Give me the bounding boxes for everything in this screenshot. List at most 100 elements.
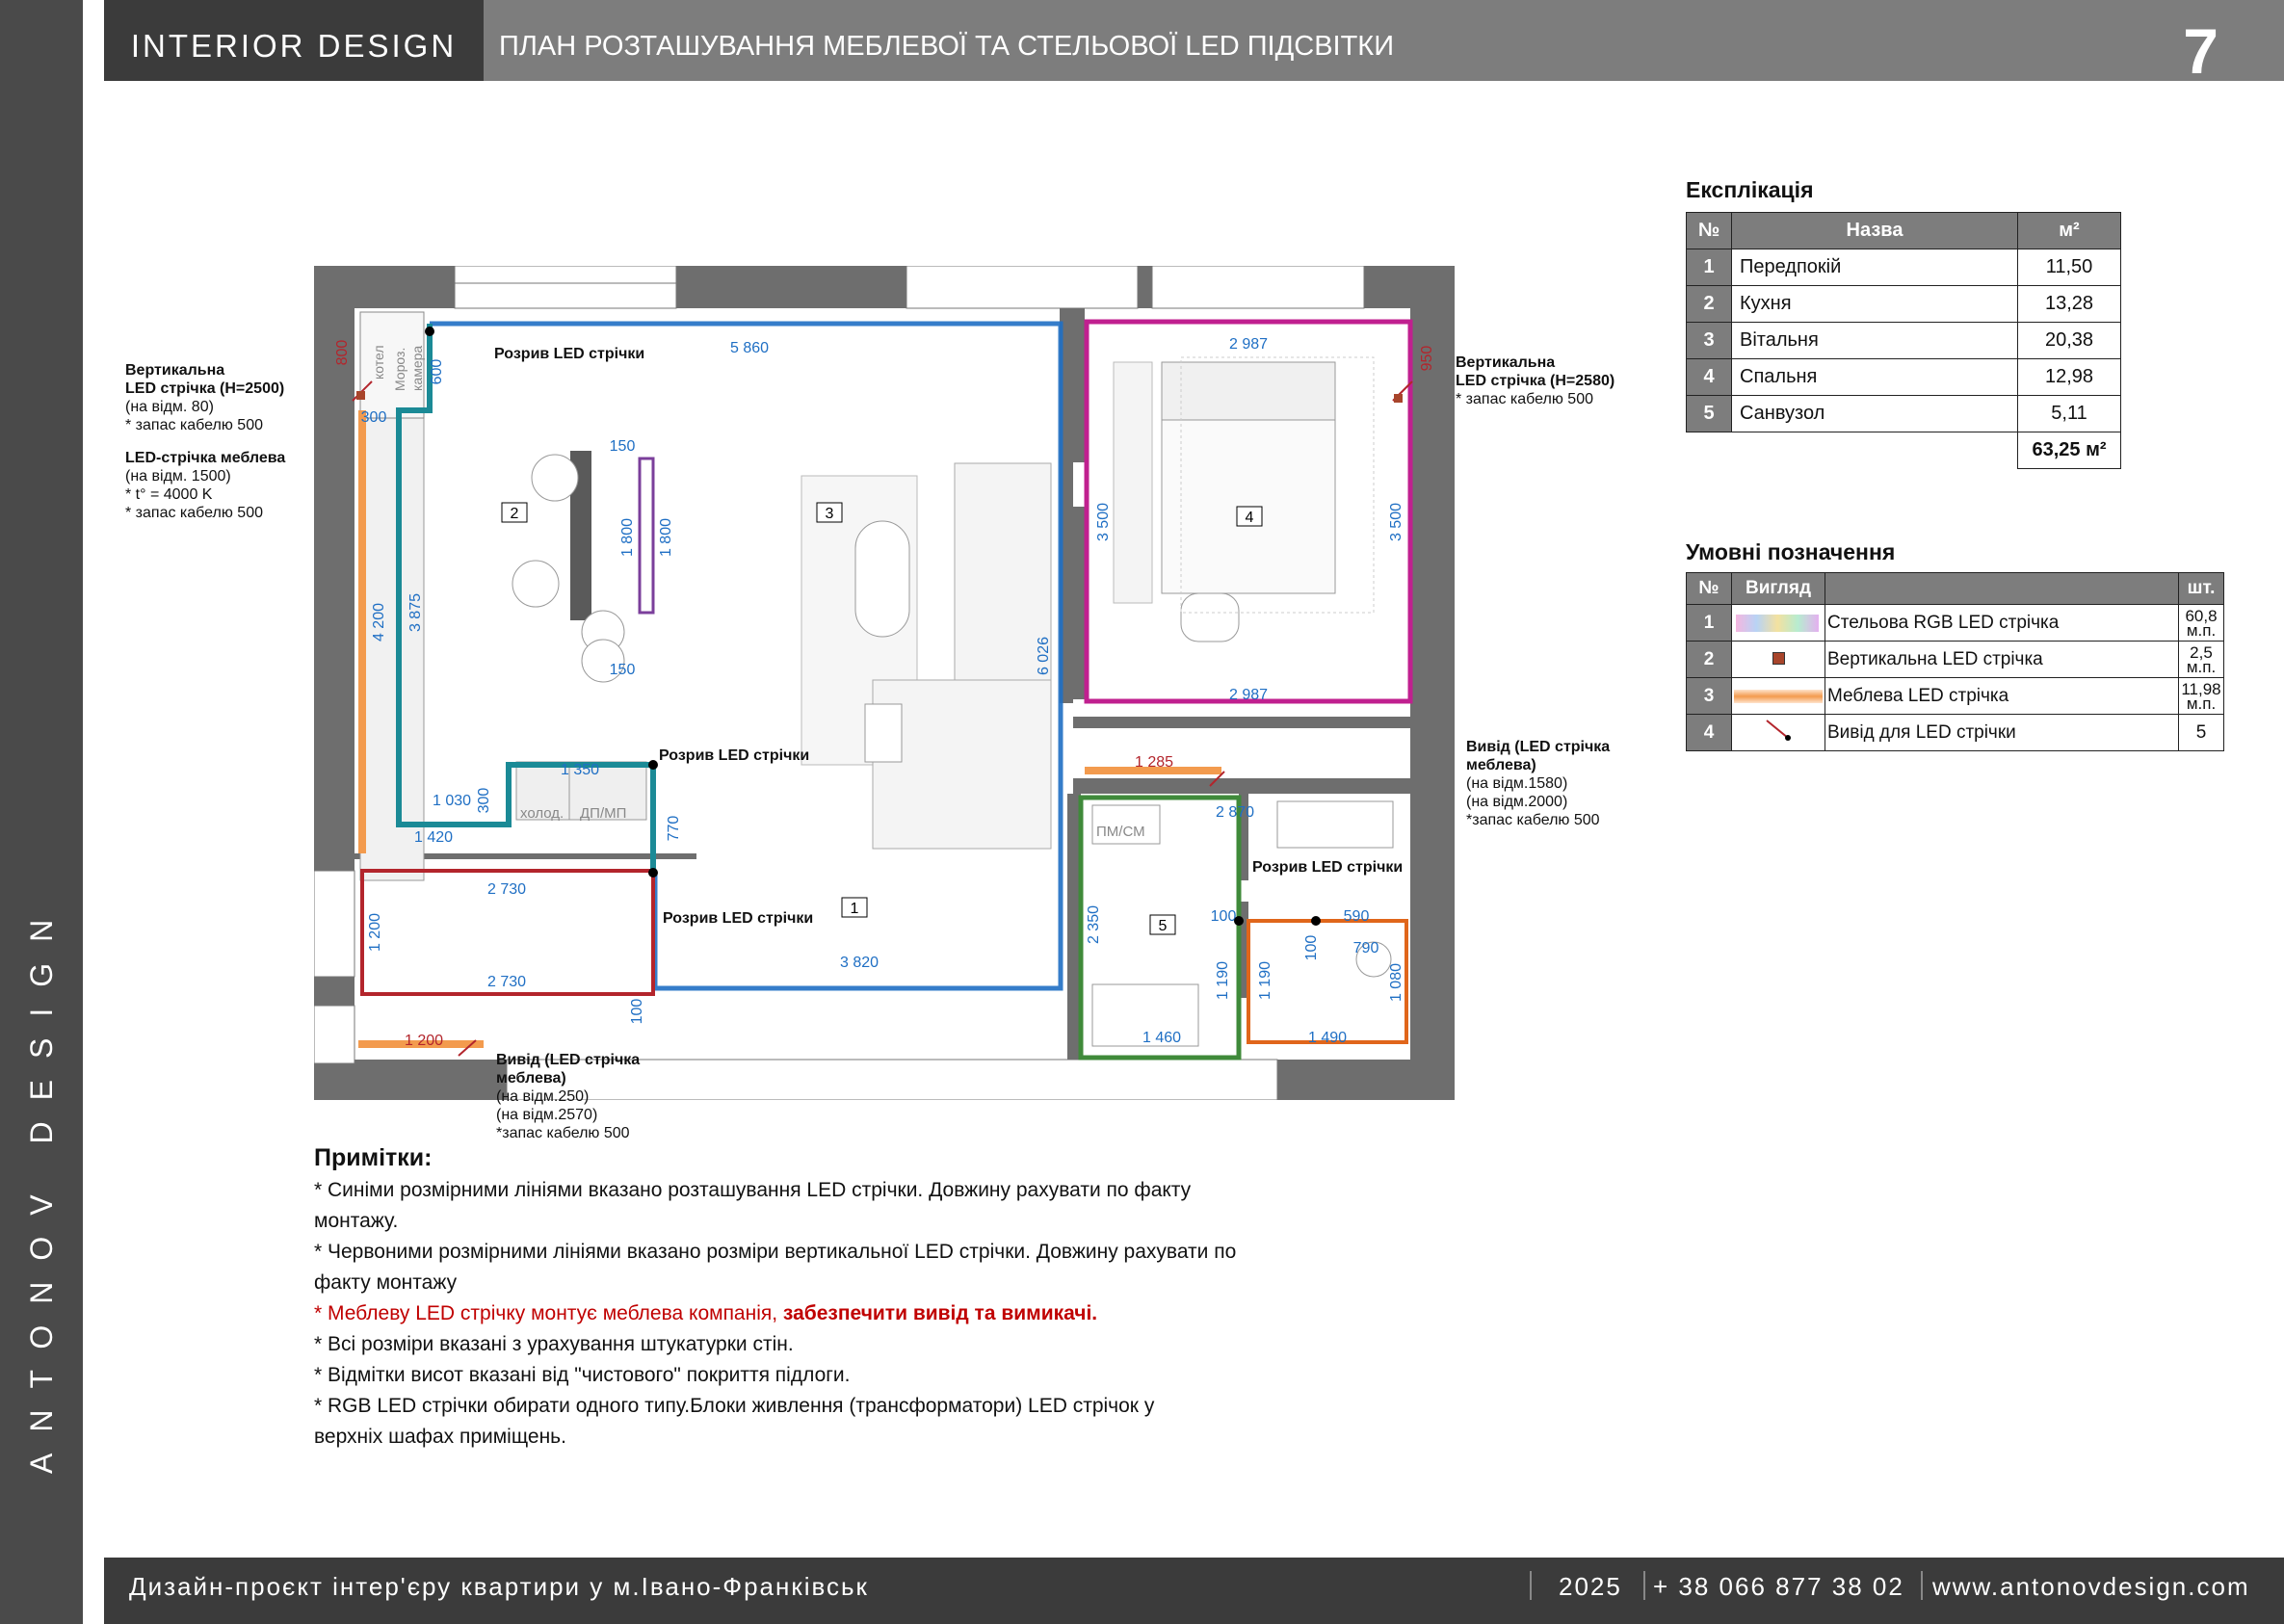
dimension: 770 — [666, 816, 682, 842]
room-number: 1 — [841, 897, 868, 918]
dimension: 100 — [1211, 908, 1237, 925]
callout-break: Розрив LED стрічки — [663, 910, 814, 927]
svg-text:5: 5 — [1159, 918, 1168, 934]
dimension: 6 026 — [1036, 637, 1052, 675]
dimension: 590 — [1344, 908, 1370, 925]
led-output-icon — [1766, 719, 1791, 741]
dimension: 3 500 — [1095, 503, 1112, 541]
dimension: 800 — [334, 340, 351, 366]
dimension: 300 — [476, 788, 492, 814]
room-number: 5 — [1149, 914, 1176, 935]
dimension: 1 200 — [405, 1033, 443, 1049]
footer-website[interactable]: www.antonovdesign.com — [1932, 1558, 2250, 1615]
dimension: 1 490 — [1308, 1030, 1347, 1046]
dimension: 950 — [1419, 346, 1435, 372]
table-row: 2 Вертикальна LED стрічка 2,5 м.п. — [1686, 641, 2224, 678]
notes: Примітки: * Синіми розмірними лініями вк… — [314, 1142, 1326, 1453]
table-row: 2 Кухня 13,28 — [1686, 285, 2121, 323]
dimension: 1 285 — [1135, 754, 1173, 771]
dimension: 5 860 — [730, 340, 769, 356]
furniture-label: котел — [371, 345, 386, 380]
dimension: 1 030 — [433, 793, 471, 809]
furniture-label: камера — [409, 346, 425, 391]
furniture-label: ДП/МП — [580, 805, 626, 822]
dimension: 1 200 — [367, 913, 383, 952]
dimension: 300 — [361, 409, 387, 426]
svg-text:1: 1 — [851, 901, 859, 917]
table-row: 3 Вітальня 20,38 — [1686, 322, 2121, 359]
rgb-led-swatch — [1736, 614, 1819, 632]
callout-vertical-right: Вертикальна LED стрічка (H=2580) * запас… — [1456, 354, 1615, 407]
dimension: 2 730 — [487, 974, 526, 990]
note-line: * Синіми розмірними лініями вказано розт… — [314, 1179, 1192, 1201]
note-line: факту монтажу — [314, 1271, 458, 1294]
callout-break: Розрив LED стрічки — [494, 346, 645, 362]
table-row: 3 Меблева LED стрічка 11,98 м.п. — [1686, 677, 2224, 715]
dimension: 790 — [1353, 940, 1379, 956]
furniture-label: ПМ/СМ — [1096, 824, 1145, 840]
note-line: * Червоними розмірними лініями вказано р… — [314, 1241, 1237, 1263]
footer: Дизайн-проєкт інтер'єру квартири у м.Іва… — [104, 1558, 2284, 1624]
dimension: 1 080 — [1388, 963, 1405, 1002]
table-row: 4 Вивід для LED стрічки 5 — [1686, 714, 2224, 751]
note-line: * RGB LED стрічки обирати одного типу.Бл… — [314, 1395, 1155, 1417]
room-number: 3 — [816, 502, 843, 523]
legend-title: Умовні позначення — [1686, 539, 1896, 564]
dimension: 4 200 — [371, 603, 387, 642]
table-row: 5 Санвузол 5,11 — [1686, 395, 2121, 432]
dimension: 2 730 — [487, 881, 526, 898]
page-number: 7 — [2183, 15, 2218, 87]
svg-text:2: 2 — [511, 506, 519, 522]
callout-break: Розрив LED стрічки — [659, 747, 810, 764]
dimension: 1 800 — [658, 518, 674, 557]
dimension: 100 — [629, 999, 645, 1025]
table-row: 1 Передпокій 11,50 — [1686, 249, 2121, 286]
dimension: 1 420 — [414, 829, 453, 846]
room-number: 4 — [1236, 506, 1263, 527]
brand-vertical: ANTONOV DESIGN — [24, 898, 59, 1474]
floor-plan: 2 3 4 1 5 котел Мороз. камера холод. ДП/… — [314, 266, 1455, 1100]
notes-title: Примітки: — [314, 1144, 433, 1171]
header: INTERIOR DESIGN ПЛАН РОЗТАШУВАННЯ МЕБЛЕВ… — [104, 0, 2284, 85]
callout-break: Розрив LED стрічки — [1252, 859, 1404, 876]
explication-title: Експлікація — [1686, 177, 1814, 202]
dimension: 3 500 — [1388, 503, 1405, 541]
table-header: № — [1686, 212, 1732, 249]
callout-output-bottom: Вивід (LED стрічка меблева) (на відм.250… — [496, 1052, 641, 1141]
dimension: 2 870 — [1216, 804, 1254, 821]
table-row: 4 Спальня 12,98 — [1686, 358, 2121, 396]
total-area: 63,25 м² — [2017, 432, 2121, 469]
dimension: 1 800 — [619, 518, 636, 557]
table-row: 1 Стельова RGB LED стрічка 60,8 м.п. — [1686, 604, 2224, 642]
dimension: 1 460 — [1142, 1030, 1181, 1046]
furniture-label: холод. — [520, 805, 564, 822]
footer-phone: + 38 066 877 38 02 — [1653, 1572, 1904, 1601]
svg-text:3: 3 — [826, 506, 834, 522]
note-line: верхніх шафах приміщень. — [314, 1426, 566, 1448]
sidebar: ANTONOV DESIGN — [0, 0, 83, 1624]
svg-text:4: 4 — [1246, 510, 1254, 526]
dimension: 600 — [429, 359, 445, 385]
vertical-led-icon — [1772, 651, 1785, 665]
furniture-label: Мороз. — [392, 348, 407, 391]
dimension: 1 190 — [1215, 961, 1231, 1000]
page-title: ПЛАН РОЗТАШУВАННЯ МЕБЛЕВОЇ ТА СТЕЛЬОВОЇ … — [499, 31, 1395, 62]
furniture-led-swatch — [1734, 689, 1823, 703]
dimension: 2 350 — [1086, 905, 1102, 944]
note-line-highlight: * Меблеву LED стрічку монтує меблева ком… — [314, 1302, 1098, 1324]
callout-furniture-left: LED-стрічка меблева (на відм. 1500) * t°… — [125, 450, 286, 521]
dimension: 1 350 — [561, 762, 599, 778]
header-brand: INTERIOR DESIGN — [104, 0, 484, 81]
callout-vertical-left: Вертикальна LED стрічка (H=2500) (на від… — [125, 362, 285, 433]
legend-table: № Вигляд шт. 1 Стельова RGB LED стрічка … — [1686, 572, 2224, 751]
dimension: 2 987 — [1229, 687, 1268, 703]
note-line: * Всі розміри вказані з урахування штука… — [314, 1333, 794, 1355]
table-row: 63,25 м² — [1687, 432, 2121, 469]
table-header: м² — [2017, 212, 2121, 249]
dimension: 150 — [610, 662, 636, 678]
footer-year: 2025 — [1559, 1572, 1622, 1601]
dimension: 150 — [610, 438, 636, 455]
explication-table: № Назва м² 1 Передпокій 11,50 2 Кухня 13,28 … — [1686, 212, 2121, 469]
footer-project: Дизайн-проєкт інтер'єру квартири у м.Іва… — [129, 1572, 869, 1601]
dimension: 1 190 — [1257, 961, 1273, 1000]
